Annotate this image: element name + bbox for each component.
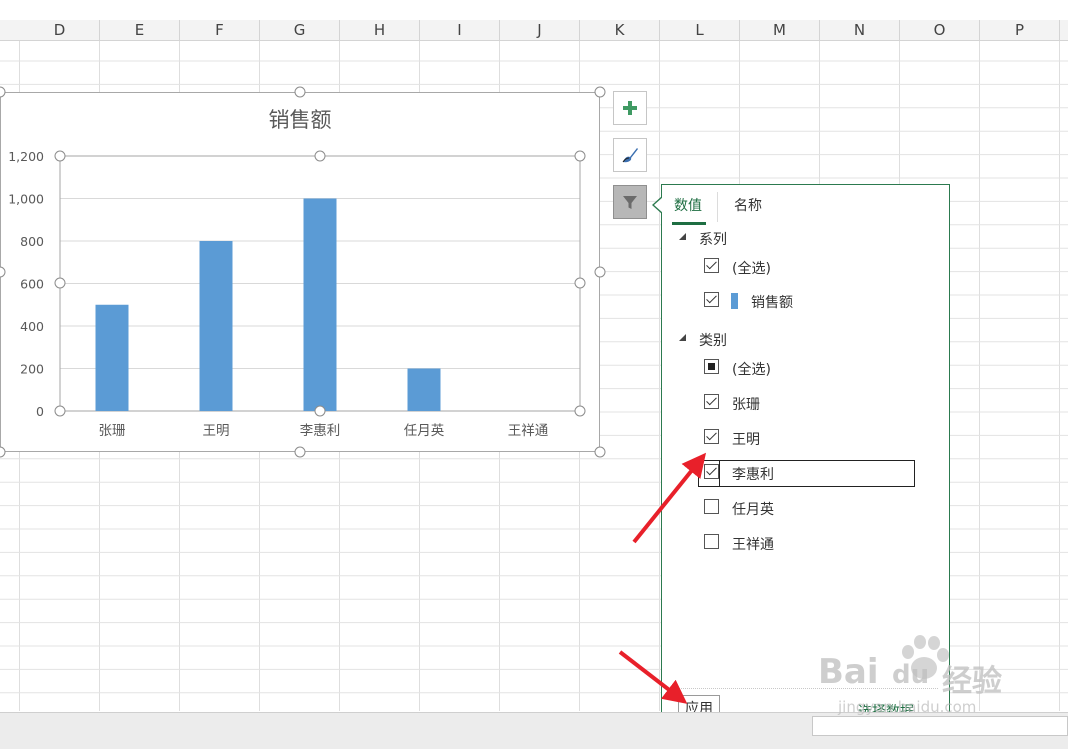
focused-item-outline — [698, 460, 915, 487]
plot-resize-handle[interactable] — [54, 150, 66, 162]
plus-icon — [623, 101, 637, 115]
x-category-label: 任月英 — [404, 422, 445, 439]
y-tick-label: 0 — [36, 404, 44, 419]
bar-2[interactable] — [303, 198, 337, 412]
plot-resize-handle[interactable] — [574, 405, 586, 417]
checkbox-category-renyueying[interactable] — [704, 499, 719, 514]
plot-resize-handle[interactable] — [314, 405, 326, 417]
panel-footer-divider — [672, 688, 938, 689]
plot-resize-handle[interactable] — [54, 277, 66, 289]
active-tab-indicator — [672, 222, 706, 225]
y-tick-label: 1,000 — [8, 192, 44, 207]
chart-resize-handle[interactable] — [594, 86, 606, 98]
chart-resize-handle[interactable] — [294, 446, 306, 458]
chart-filters-button[interactable] — [613, 185, 647, 219]
series-color-swatch — [731, 293, 738, 309]
chart-resize-handle[interactable] — [294, 86, 306, 98]
series-group-label: 系列 — [699, 232, 727, 248]
bar-0[interactable] — [95, 304, 129, 411]
y-tick-label: 400 — [20, 319, 44, 334]
panel-pointer-inner — [654, 197, 663, 213]
chart-title[interactable]: 销售额 — [0, 104, 600, 134]
x-category-label: 张珊 — [99, 423, 126, 439]
brush-icon — [622, 148, 638, 163]
category-group-label: 类别 — [699, 333, 727, 349]
checkbox-category-wangming[interactable] — [704, 429, 719, 444]
collapse-triangle-icon[interactable] — [679, 334, 686, 341]
series-sales-label: 销售额 — [751, 295, 793, 311]
checkbox-category-zhangshan[interactable] — [704, 394, 719, 409]
x-category-label: 王明 — [203, 423, 230, 439]
category-label-renyueying: 任月英 — [732, 502, 774, 518]
status-bar-field[interactable] — [812, 716, 1068, 736]
category-label-zhangshan: 张珊 — [732, 397, 760, 413]
plot-resize-handle[interactable] — [574, 150, 586, 162]
y-tick-label: 1,200 — [8, 149, 44, 164]
tab-separator — [717, 192, 718, 222]
y-tick-label: 200 — [20, 362, 44, 377]
plot-resize-handle[interactable] — [574, 277, 586, 289]
checkbox-category-lihuili[interactable] — [704, 464, 719, 479]
plot-resize-handle[interactable] — [314, 150, 326, 162]
funnel-icon — [623, 196, 637, 209]
bar-3[interactable] — [407, 368, 441, 412]
checkbox-series-select-all[interactable] — [704, 258, 719, 273]
plot-resize-handle[interactable] — [54, 405, 66, 417]
bar-1[interactable] — [199, 241, 233, 411]
focused-item-separator — [719, 461, 720, 486]
category-select-all-label: (全选) — [732, 362, 771, 378]
category-label-lihuili: 李惠利 — [732, 467, 774, 483]
y-tick-label: 600 — [20, 277, 44, 292]
x-category-label: 王祥通 — [508, 423, 549, 439]
chart-resize-handle[interactable] — [594, 266, 606, 278]
category-label-wangming: 王明 — [732, 432, 760, 448]
checkbox-series-sales[interactable] — [704, 292, 719, 307]
chart-resize-handle[interactable] — [594, 446, 606, 458]
tab-values[interactable]: 数值 — [674, 195, 702, 215]
y-tick-label: 800 — [20, 234, 44, 249]
collapse-triangle-icon[interactable] — [679, 233, 686, 240]
tab-names[interactable]: 名称 — [734, 195, 762, 215]
checkbox-category-select-all[interactable] — [704, 359, 719, 374]
chart-elements-button[interactable] — [613, 91, 647, 125]
x-category-label: 李惠利 — [300, 423, 341, 439]
series-select-all-label: (全选) — [732, 261, 771, 277]
chart-styles-button[interactable] — [613, 138, 647, 172]
checkbox-category-wangxiangtong[interactable] — [704, 534, 719, 549]
category-label-wangxiangtong: 王祥通 — [732, 537, 774, 553]
